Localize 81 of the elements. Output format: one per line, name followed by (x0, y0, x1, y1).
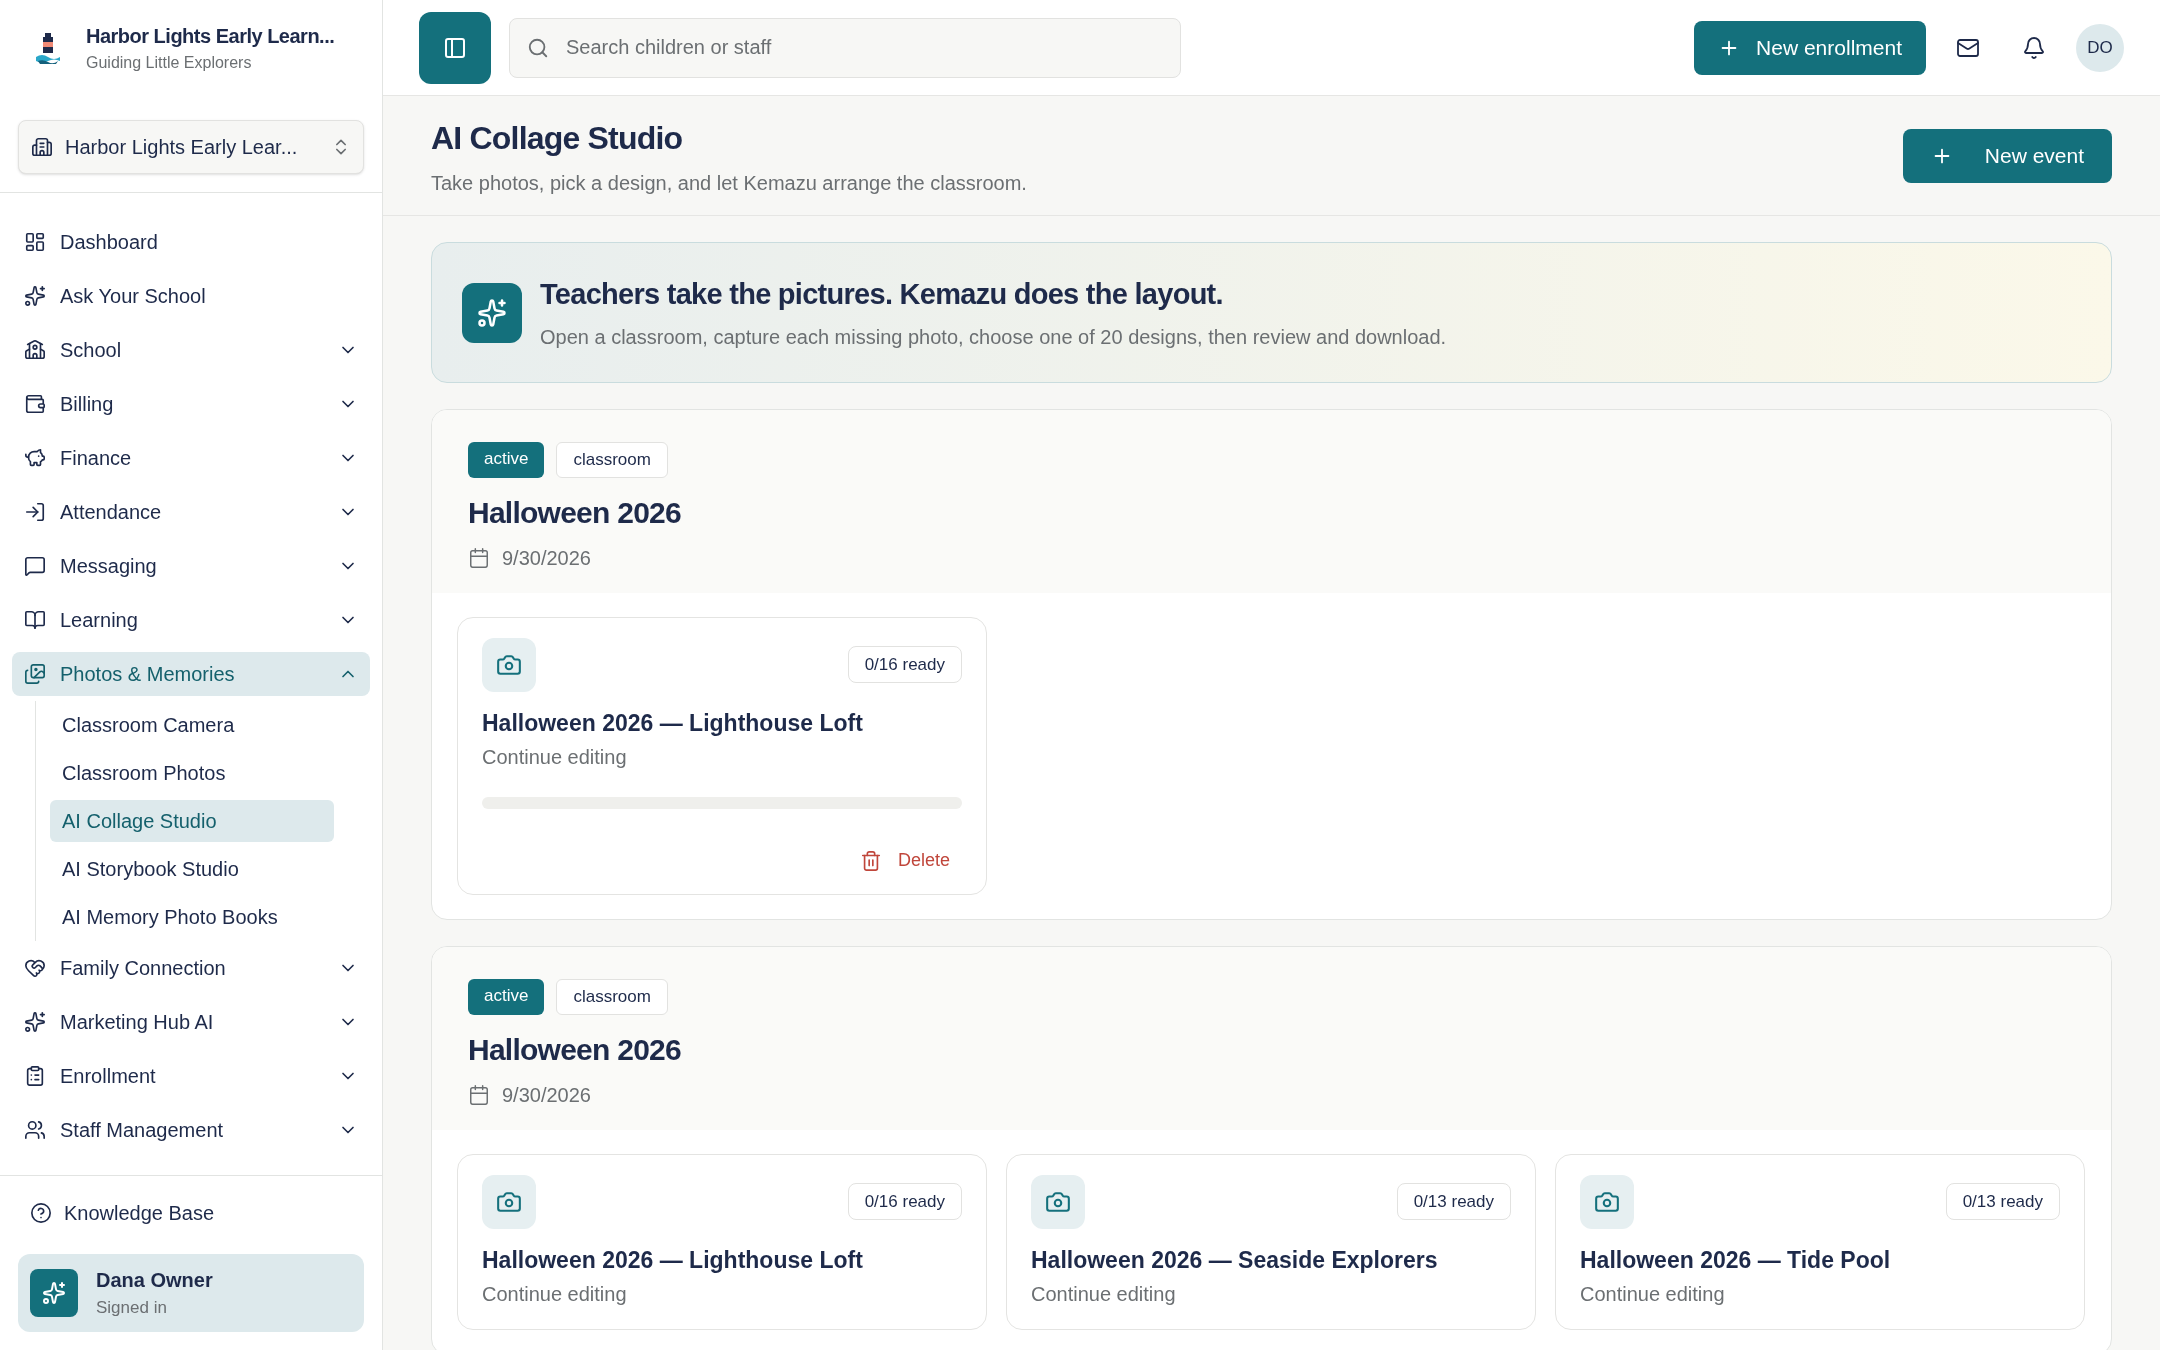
collage-card[interactable]: 0/16 ready Halloween 2026 — Lighthouse Loft Continue editing (457, 1153, 987, 1330)
nav-item[interactable]: Staff Management (12, 1108, 370, 1152)
event-date: 9/30/2026 (502, 1082, 591, 1108)
search-icon (527, 36, 549, 59)
nav-item[interactable]: Billing (12, 382, 370, 426)
collage-card[interactable]: 0/13 ready Halloween 2026 — Tide Pool Continue editing (1555, 1153, 2085, 1330)
sparkles-icon (24, 1011, 46, 1033)
panel-icon (443, 35, 467, 60)
bell-icon[interactable] (2022, 35, 2046, 60)
nav-subitem[interactable]: AI Collage Studio (50, 800, 334, 842)
nav-subitem[interactable]: AI Storybook Studio (50, 848, 334, 890)
nav-item[interactable]: Family Connection (12, 946, 370, 990)
status-badge: active (468, 979, 545, 1015)
search-field[interactable]: Search children or staff (509, 17, 1181, 78)
page-subtitle: Take photos, pick a design, and let Kemazu arrange the classroom. (431, 170, 1027, 196)
event-title: Halloween 2026 (468, 1031, 682, 1068)
sparkles-icon (477, 297, 507, 328)
collage-title: Halloween 2026 — Lighthouse Loft (482, 708, 864, 738)
nav-item[interactable]: Finance (12, 436, 370, 480)
new-enrollment-button[interactable]: New enrollment (1694, 20, 1926, 75)
nav-item[interactable]: Attendance (12, 490, 370, 534)
images-icon (24, 663, 46, 685)
new-event-button[interactable]: New event (1902, 128, 2112, 183)
status-badge: active (468, 442, 545, 478)
collage-card[interactable]: 0/16 ready Halloween 2026 — Lighthouse Loft Continue editing Delete (457, 616, 987, 895)
help-icon (30, 1202, 52, 1224)
collage-card[interactable]: 0/13 ready Halloween 2026 — Seaside Explorers Continue editing (1006, 1153, 1536, 1330)
nav-item[interactable]: Photos & Memories (12, 652, 370, 696)
sparkles-icon (24, 285, 46, 307)
sparkles-icon (42, 1281, 66, 1305)
building-icon (31, 136, 53, 158)
login-icon (24, 501, 46, 523)
ready-badge: 0/13 ready (1396, 1182, 1511, 1221)
page-title: AI Collage Studio (431, 118, 684, 158)
wallet-icon (24, 393, 46, 415)
nav-item[interactable]: Enrollment (12, 1054, 370, 1098)
book-icon (24, 609, 46, 631)
users-icon (24, 1119, 46, 1141)
continue-editing-link[interactable]: Continue editing (482, 742, 962, 772)
user-name: Dana Owner (96, 1268, 213, 1294)
message-icon (24, 555, 46, 577)
nav-item[interactable]: Dashboard (12, 220, 370, 264)
collage-title: Halloween 2026 — Lighthouse Loft (482, 1245, 864, 1275)
continue-editing-link[interactable]: Continue editing (482, 1279, 962, 1309)
nav-subitem[interactable]: Classroom Camera (50, 704, 334, 746)
user-status: Signed in (96, 1297, 168, 1320)
continue-editing-link[interactable]: Continue editing (1580, 1279, 2060, 1309)
banner-text: Open a classroom, capture each missing photo, choose one of 20 designs, then review and download. (540, 325, 1447, 351)
user-card[interactable]: Dana Owner Signed in (18, 1254, 364, 1332)
school-switcher[interactable]: Harbor Lights Early Lear... (18, 120, 364, 174)
event-date: 9/30/2026 (502, 545, 591, 571)
nav-subitem[interactable]: Classroom Photos (50, 752, 334, 794)
brand-name: Harbor Lights Early Learn... (86, 24, 335, 49)
continue-editing-link[interactable]: Continue editing (1031, 1279, 1511, 1309)
collage-title: Halloween 2026 — Tide Pool (1580, 1245, 1892, 1275)
nav-subitem[interactable]: AI Memory Photo Books (50, 896, 334, 938)
nav-item[interactable]: Messaging (12, 544, 370, 588)
piggy-bank-icon (24, 447, 46, 469)
ready-badge: 0/16 ready (847, 645, 962, 684)
delete-button[interactable]: Delete (847, 847, 962, 874)
collage-title: Halloween 2026 — Seaside Explorers (1031, 1245, 1439, 1275)
ready-badge: 0/16 ready (847, 1182, 962, 1221)
trash-icon (859, 849, 882, 872)
nav-item[interactable]: Learning (12, 598, 370, 642)
event-title: Halloween 2026 (468, 494, 682, 531)
type-badge: classroom (556, 979, 668, 1015)
nav-item[interactable]: Marketing Hub AI (12, 1000, 370, 1044)
nav-item[interactable]: School (12, 328, 370, 372)
sidebar-toggle-button[interactable] (419, 11, 491, 84)
clipboard-icon (24, 1065, 46, 1087)
ready-badge: 0/13 ready (1945, 1182, 2060, 1221)
knowledge-base-link[interactable]: Knowledge Base (18, 1194, 364, 1232)
calendar-icon (468, 1083, 490, 1106)
brand-tagline: Guiding Little Explorers (86, 53, 253, 73)
banner-title: Teachers take the pictures. Kemazu does the layout. (540, 276, 1224, 312)
dashboard-icon (24, 231, 46, 253)
user-avatar[interactable]: DO (2076, 23, 2124, 72)
school-icon (24, 339, 46, 361)
nav-item[interactable]: Ask Your School (12, 274, 370, 318)
calendar-icon (468, 546, 490, 569)
type-badge: classroom (556, 442, 668, 478)
